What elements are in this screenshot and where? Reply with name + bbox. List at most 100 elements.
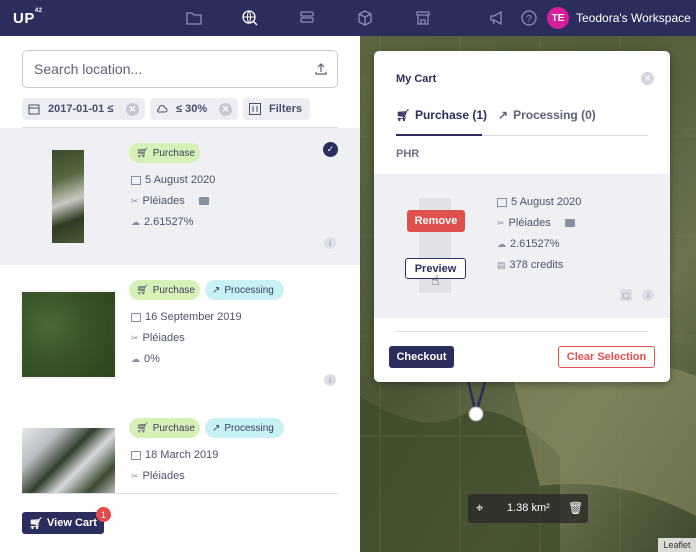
store-icon[interactable] bbox=[414, 9, 432, 27]
sensor-value: Pléiades bbox=[142, 470, 185, 482]
result-thumbnail bbox=[52, 150, 84, 243]
sliders-icon bbox=[249, 103, 261, 115]
item-date: 5 August 2020 bbox=[497, 196, 581, 208]
purchase-tag: 🛒︎ Purchase bbox=[129, 280, 200, 300]
divider bbox=[396, 331, 648, 332]
database-icon[interactable] bbox=[298, 9, 316, 27]
tag-label: Purchase bbox=[152, 284, 195, 296]
cloud-icon: ☁︎ bbox=[131, 216, 140, 227]
workspace-name[interactable]: Teodora's Workspace bbox=[576, 11, 691, 25]
date-filter-label: 2017-01-01 ≤ bbox=[48, 103, 114, 115]
cart-icon: 🛒︎ bbox=[396, 109, 410, 122]
cube-icon[interactable] bbox=[356, 9, 374, 27]
tag-label: Processing bbox=[224, 422, 274, 434]
svg-text:?: ? bbox=[526, 14, 532, 25]
copy-icon[interactable]: ▢ bbox=[620, 289, 632, 301]
avatar[interactable]: TE bbox=[547, 7, 569, 29]
app-logo[interactable]: UP42 bbox=[13, 8, 43, 27]
cart-icon: 🛒︎ bbox=[136, 147, 149, 159]
result-cloud: ☁︎ 0% bbox=[131, 353, 160, 365]
megaphone-icon[interactable] bbox=[488, 9, 506, 27]
upload-icon[interactable] bbox=[313, 61, 329, 77]
search-panel: 2017-01-01 ≤ ✕ ≤ 30% ✕ Filters 🛒︎Purchas… bbox=[0, 36, 360, 552]
checkout-button[interactable]: Checkout bbox=[389, 346, 454, 368]
coins-icon: ▤ bbox=[497, 259, 506, 270]
tab-processing[interactable]: ↗ Processing (0) bbox=[498, 108, 596, 122]
sensor-value: Pléiades bbox=[142, 332, 185, 344]
processing-tag: ↗ Processing bbox=[205, 280, 284, 300]
result-date: 16 September 2019 bbox=[131, 311, 242, 323]
result-thumbnail bbox=[22, 428, 115, 493]
result-item[interactable]: 🛒︎ Purchase ✓ 5 August 2020 ✂ Pléiades ☁︎ 2… bbox=[0, 128, 360, 265]
info-icon[interactable]: i bbox=[324, 374, 336, 386]
date-filter-chip[interactable]: 2017-01-01 ≤ ✕ bbox=[22, 98, 145, 120]
tag-label: Purchase bbox=[152, 422, 195, 434]
remove-date-filter-icon[interactable]: ✕ bbox=[126, 102, 139, 116]
sensor-value: Pléiades bbox=[142, 195, 185, 207]
trend-icon: ↗ bbox=[498, 108, 509, 122]
cart-item: Remove Preview ☝︎ 5 August 2020 ✂ Pléiade… bbox=[374, 174, 670, 318]
cart-icon: 🛒︎ bbox=[136, 284, 149, 296]
remove-cloud-filter-icon[interactable]: ✕ bbox=[219, 102, 232, 116]
crosshair-icon[interactable]: ⌖ bbox=[476, 500, 483, 516]
top-bar: UP42 ? TE Teodora's Workspace bbox=[0, 0, 696, 36]
result-sensor: ✂ Pléiades bbox=[131, 195, 209, 207]
processing-tag: ↗ Processing bbox=[205, 418, 284, 438]
close-icon[interactable]: ✕ bbox=[641, 72, 654, 85]
clear-selection-button[interactable]: Clear Selection bbox=[558, 346, 655, 368]
item-sensor: ✂ Pléiades bbox=[497, 217, 575, 229]
calendar-icon bbox=[28, 104, 40, 115]
help-icon[interactable]: ? bbox=[520, 9, 538, 27]
map-attribution[interactable]: Leaflet bbox=[658, 538, 696, 552]
cart-popup: My Cart ✕ 🛒︎ Purchase (1) ↗ Processing (0)… bbox=[374, 51, 670, 382]
result-sensor: ✂ Pléiades bbox=[131, 470, 185, 482]
result-date: 18 March 2019 bbox=[131, 449, 218, 461]
selected-check-icon[interactable]: ✓ bbox=[323, 142, 338, 157]
cloud-value: 2.61527% bbox=[510, 238, 560, 250]
result-cloud: ☁︎ 2.61527% bbox=[131, 216, 194, 228]
filters-button[interactable]: Filters bbox=[243, 98, 310, 120]
date-value: 5 August 2020 bbox=[145, 174, 216, 186]
view-cart-button[interactable]: 🛒︎ View Cart bbox=[22, 512, 104, 534]
trend-icon: ↗ bbox=[212, 284, 221, 296]
archive-icon bbox=[564, 219, 575, 227]
purchase-tag: 🛒︎ Purchase bbox=[129, 143, 200, 163]
pointer-cursor-icon: ☝︎ bbox=[431, 272, 440, 288]
calendar-icon bbox=[497, 197, 507, 207]
info-icon[interactable]: i bbox=[642, 289, 654, 301]
remove-button[interactable]: Remove bbox=[407, 210, 465, 232]
cart-count-badge: 1 bbox=[96, 507, 111, 522]
archive-icon bbox=[198, 197, 209, 205]
satellite-icon: ✂ bbox=[131, 195, 139, 206]
sensor-value: Pléiades bbox=[508, 217, 551, 229]
cloud-value: 0% bbox=[144, 353, 160, 365]
globe-search-icon[interactable] bbox=[241, 9, 259, 27]
calendar-icon bbox=[131, 175, 141, 185]
cloud-icon: ☁︎ bbox=[131, 353, 140, 364]
cart-title: My Cart bbox=[396, 73, 437, 85]
area-value: 1.38 km² bbox=[507, 502, 550, 514]
date-value: 16 September 2019 bbox=[145, 311, 242, 323]
search-input[interactable] bbox=[34, 61, 304, 77]
item-credits: ▤ 378 credits bbox=[497, 259, 563, 271]
section-label: PHR bbox=[396, 148, 420, 160]
folder-icon[interactable] bbox=[185, 9, 203, 27]
active-tab-indicator bbox=[396, 134, 482, 136]
result-sensor: ✂ Pléiades bbox=[131, 332, 185, 344]
area-readout: ⌖ 1.38 km² 🗑︎ bbox=[468, 494, 588, 523]
divider bbox=[22, 493, 338, 494]
cloud-filter-chip[interactable]: ≤ 30% ✕ bbox=[150, 98, 238, 120]
result-item[interactable]: 🛒︎ Purchase ↗ Processing 16 September 2019… bbox=[0, 265, 360, 402]
purchase-tag: 🛒︎ Purchase bbox=[129, 418, 200, 438]
trash-icon[interactable]: 🗑︎ bbox=[568, 501, 583, 515]
item-cloud: ☁︎ 2.61527% bbox=[497, 238, 560, 250]
satellite-icon: ✂ bbox=[131, 332, 139, 343]
satellite-icon: ✂ bbox=[131, 470, 139, 481]
tag-label: Processing bbox=[224, 284, 274, 296]
search-box bbox=[22, 50, 338, 88]
calendar-icon bbox=[131, 312, 141, 322]
result-date: 5 August 2020 bbox=[131, 174, 215, 186]
info-icon[interactable]: i bbox=[324, 237, 336, 249]
tab-purchase[interactable]: 🛒︎ Purchase (1) bbox=[396, 108, 487, 122]
result-item[interactable]: 🛒︎ Purchase ↗ Processing 18 March 2019 ✂ Pl… bbox=[0, 402, 360, 493]
